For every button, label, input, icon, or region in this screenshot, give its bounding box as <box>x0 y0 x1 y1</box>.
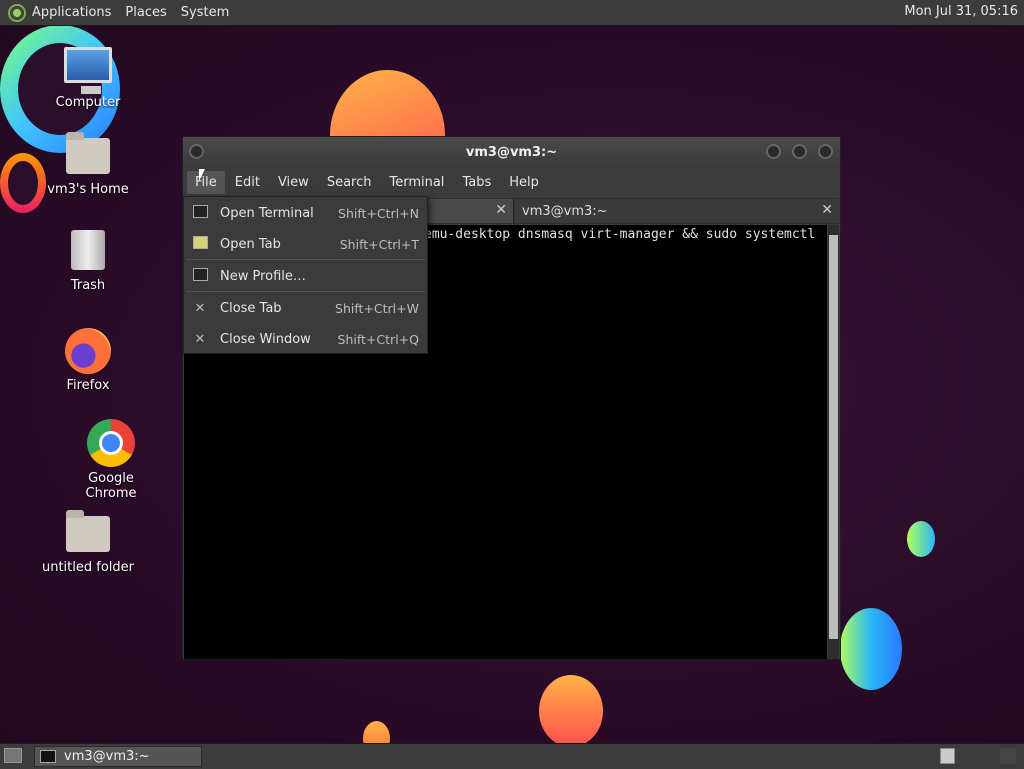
window-titlebar[interactable]: vm3@vm3:~ <box>183 137 840 167</box>
computer-icon <box>64 47 112 94</box>
minimize-button[interactable] <box>766 144 781 159</box>
terminal-scrollbar[interactable] <box>828 225 839 659</box>
menu-help[interactable]: Help <box>501 171 547 194</box>
tab-2[interactable]: vm3@vm3:~ ✕ <box>513 199 839 223</box>
file-menu-dropdown: Open Terminal Shift+Ctrl+N Open Tab Shif… <box>183 196 428 354</box>
menu-item-label: Close Tab <box>220 300 282 316</box>
scrollbar-thumb[interactable] <box>829 235 838 639</box>
desktop-icon-label: Google Chrome <box>85 471 137 501</box>
desktop-icon-trash[interactable]: Trash <box>38 230 138 293</box>
menu-tabs[interactable]: Tabs <box>454 171 499 194</box>
desktop-icon-home[interactable]: vm3's Home <box>38 132 138 197</box>
firefox-icon <box>65 328 111 374</box>
menu-file[interactable]: File <box>187 170 225 194</box>
menu-item-label: New Profile… <box>220 268 306 284</box>
taskbar-window-label: vm3@vm3:~ <box>64 749 150 764</box>
desktop-icon-label: Computer <box>55 95 121 110</box>
desktop-icon-label: vm3's Home <box>47 182 129 197</box>
bottom-panel: vm3@vm3:~ <box>0 743 1024 769</box>
menu-item-close-window[interactable]: ✕ Close Window Shift+Ctrl+Q <box>184 324 427 354</box>
home-folder-icon <box>66 132 110 174</box>
maximize-button[interactable] <box>792 144 807 159</box>
desktop-icon-label: Trash <box>70 278 106 293</box>
workspace-switcher[interactable] <box>940 748 955 764</box>
menu-item-accel: Shift+Ctrl+W <box>335 300 419 316</box>
top-panel: Applications Places System Mon Jul 31, 0… <box>0 0 1024 26</box>
window-title: vm3@vm3:~ <box>465 145 558 160</box>
desktop-icon-label: Firefox <box>66 378 110 393</box>
desktop-icon-label: untitled folder <box>41 560 134 575</box>
menu-edit[interactable]: Edit <box>227 171 268 194</box>
places-menu[interactable]: Places <box>125 5 166 20</box>
decorative-orange-blob-bottom <box>539 675 603 743</box>
menu-separator <box>186 259 425 260</box>
close-button[interactable] <box>818 144 833 159</box>
decorative-small-orange-blob <box>363 721 390 743</box>
close-icon: ✕ <box>194 331 206 347</box>
menu-item-open-terminal[interactable]: Open Terminal Shift+Ctrl+N <box>184 198 427 228</box>
chrome-icon <box>87 419 135 467</box>
profile-icon <box>192 267 208 285</box>
tab-icon <box>192 235 208 253</box>
menu-item-label: Close Window <box>220 331 311 347</box>
applications-menu[interactable]: Applications <box>32 5 111 20</box>
menu-item-label: Open Terminal <box>220 205 314 221</box>
menu-view[interactable]: View <box>270 171 317 194</box>
tab-label: vm3@vm3:~ <box>522 203 608 219</box>
menu-item-open-tab[interactable]: Open Tab Shift+Ctrl+T <box>184 229 427 259</box>
terminal-icon <box>192 204 208 222</box>
tab-close-icon[interactable]: ✕ <box>495 202 507 218</box>
trash-applet-icon[interactable] <box>1000 748 1016 764</box>
menu-search[interactable]: Search <box>319 171 380 194</box>
terminal-icon <box>40 750 56 763</box>
desktop-icon-untitled-folder[interactable]: untitled folder <box>38 510 138 575</box>
decorative-green-blob <box>907 521 935 557</box>
desktop-icon-firefox[interactable]: Firefox <box>38 328 138 393</box>
menu-terminal[interactable]: Terminal <box>381 171 452 194</box>
desktop-icon-chrome[interactable]: Google Chrome <box>61 419 161 501</box>
terminal-line: emu-desktop dnsmasq virt-manager && sudo… <box>424 227 816 242</box>
distro-logo-icon[interactable] <box>8 3 26 22</box>
menu-item-accel: Shift+Ctrl+N <box>338 205 419 221</box>
menu-item-accel: Shift+Ctrl+Q <box>337 331 419 347</box>
menu-separator <box>186 291 425 292</box>
show-desktop-icon[interactable] <box>4 748 22 763</box>
trash-icon <box>71 230 105 270</box>
menu-item-new-profile[interactable]: New Profile… <box>184 261 427 291</box>
system-menu[interactable]: System <box>181 5 229 20</box>
folder-icon <box>66 510 110 552</box>
desktop-icon-computer[interactable]: Computer <box>38 47 138 110</box>
mouse-cursor-icon <box>199 169 205 181</box>
menu-item-accel: Shift+Ctrl+T <box>339 236 419 252</box>
panel-clock[interactable]: Mon Jul 31, 05:16 <box>904 4 1018 19</box>
decorative-blue-blob <box>840 608 902 690</box>
close-icon: ✕ <box>194 300 206 316</box>
menu-item-close-tab[interactable]: ✕ Close Tab Shift+Ctrl+W <box>184 293 427 323</box>
tab-close-icon[interactable]: ✕ <box>821 202 833 218</box>
window-menubar: File Edit View Search Terminal Tabs Help <box>183 167 840 197</box>
menu-item-label: Open Tab <box>220 236 281 252</box>
taskbar-window-button[interactable]: vm3@vm3:~ <box>34 746 202 767</box>
